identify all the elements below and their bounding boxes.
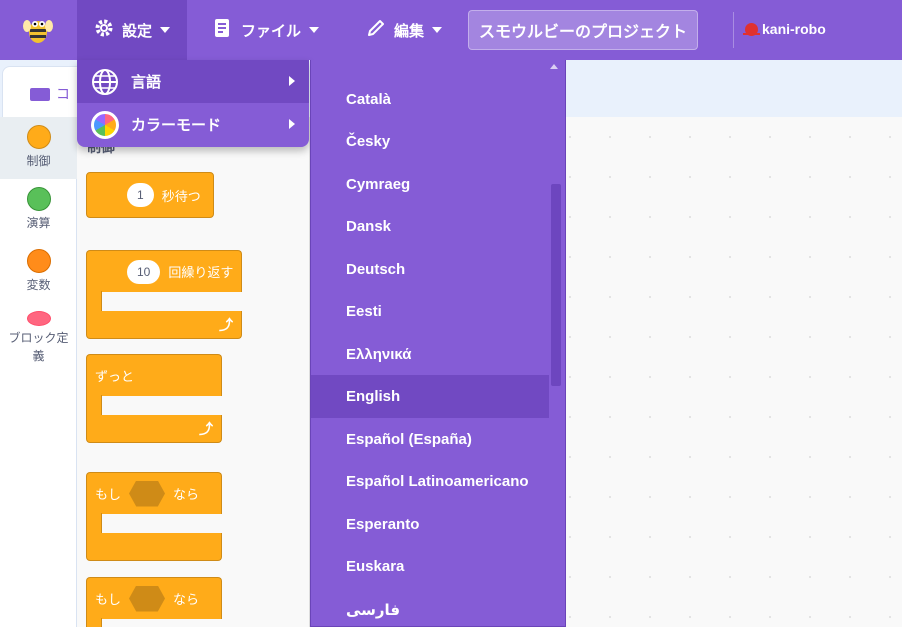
menu-divider [733, 12, 734, 48]
repeat-block-arm [86, 291, 102, 313]
language-option[interactable]: Català [311, 78, 549, 121]
forever-block-footer: ⤴ [86, 415, 222, 443]
language-option[interactable]: Deutsch [311, 248, 549, 291]
language-scrollbar[interactable] [551, 184, 561, 386]
repeat-block-label: 回繰り返す [168, 265, 234, 280]
category-label: ブロック定義 [8, 331, 69, 363]
repeat-block[interactable]: 10 回繰り返す [86, 250, 242, 292]
repeat-count-input[interactable]: 10 [127, 259, 161, 284]
category-variables[interactable]: 変数 [0, 241, 77, 303]
category-bubble-icon [26, 125, 51, 149]
pencil-icon [366, 18, 394, 42]
chevron-down-icon [160, 27, 171, 33]
gear-icon [94, 18, 122, 42]
tab-code-label: コ [56, 86, 70, 102]
if-block-label: もし [95, 487, 122, 502]
category-label: 制御 [26, 154, 51, 168]
loop-arrow-icon: ⤴ [199, 421, 213, 437]
user-avatar-icon [743, 22, 760, 36]
if-block-then-label: なら [173, 487, 200, 502]
language-option[interactable]: Cymraeg [311, 163, 549, 206]
language-option[interactable]: Ελληνικά [311, 333, 549, 376]
chevron-down-icon [309, 27, 320, 33]
if-block-arm [86, 513, 102, 535]
loop-arrow-icon: ⤴ [219, 317, 233, 333]
settings-label: 設定 [122, 22, 153, 40]
globe-icon [91, 68, 119, 96]
file-icon [213, 18, 241, 42]
category-my-blocks[interactable]: ブロック定義 [0, 303, 77, 365]
block-palette: 制御 1 秒待つ 10 回繰り返す ⤴ ずっと ⤴ もし なら もし なら [77, 117, 310, 627]
edit-label: 編集 [394, 22, 425, 40]
language-option[interactable]: Eesti [311, 290, 549, 333]
menu-bar: 設定 ファイル 編集 スモウルビーのプロジェクト kani-robo [0, 0, 902, 60]
if-block-label: もし [95, 592, 122, 607]
language-option[interactable]: Dansk [311, 205, 549, 248]
condition-slot[interactable] [129, 585, 166, 612]
chevron-right-icon [289, 76, 295, 86]
forever-block-label: ずっと [95, 369, 135, 384]
chevron-down-icon [432, 27, 443, 33]
wait-seconds-input[interactable]: 1 [127, 183, 154, 207]
forever-block-arm [86, 395, 102, 417]
code-blocks-icon [30, 87, 50, 101]
language-submenu: Català Česky Cymraeg Dansk Deutsch Eesti… [310, 60, 566, 627]
username: kani-robo [762, 21, 826, 37]
forever-block[interactable]: ずっと [86, 354, 222, 396]
settings-menu-button[interactable]: 設定 [77, 0, 187, 60]
language-option[interactable]: Esperanto [311, 503, 549, 546]
if-else-block[interactable]: もし なら [86, 577, 222, 619]
color-mode-menu-item[interactable]: カラーモード [77, 103, 309, 146]
category-control[interactable]: 制御 [0, 117, 77, 179]
language-menu-item[interactable]: 言語 [77, 60, 309, 103]
category-label: 演算 [26, 216, 51, 230]
language-option-selected[interactable]: English [311, 375, 549, 418]
language-menu-label: 言語 [131, 74, 162, 91]
project-title-input[interactable]: スモウルビーのプロジェクト [468, 10, 698, 50]
language-option[interactable]: Euskara [311, 545, 549, 588]
file-label: ファイル [241, 22, 302, 40]
edit-menu-button[interactable]: 編集 [366, 0, 443, 60]
app-logo[interactable] [22, 14, 54, 46]
file-menu-button[interactable]: ファイル [213, 0, 320, 60]
wait-block-label: 秒待つ [161, 188, 201, 204]
language-option[interactable]: Español (España) [311, 418, 549, 461]
scroll-up-arrow-icon[interactable] [550, 64, 558, 69]
color-mode-icon [91, 110, 119, 139]
category-bubble-icon [26, 187, 51, 211]
category-bubble-icon [26, 249, 51, 273]
category-operators[interactable]: 演算 [0, 179, 77, 241]
repeat-block-footer: ⤴ [86, 311, 242, 339]
language-option[interactable]: Česky [311, 120, 549, 163]
if-else-block-arm [86, 618, 102, 627]
category-label: 変数 [26, 278, 51, 292]
if-block-footer [86, 533, 222, 561]
if-block[interactable]: もし なら [86, 472, 222, 514]
color-mode-menu-label: カラーモード [131, 117, 222, 134]
category-menu: 制御 演算 変数 ブロック定義 [0, 117, 77, 627]
condition-slot[interactable] [129, 480, 166, 507]
settings-dropdown: 言語 カラーモード [77, 60, 309, 147]
language-option[interactable]: Español Latinoamericano [311, 460, 549, 503]
chevron-right-icon [289, 119, 295, 129]
wait-block[interactable]: 1 秒待つ [86, 172, 214, 218]
language-option[interactable]: فارسی [311, 588, 549, 626]
user-account[interactable]: kani-robo [743, 21, 826, 37]
category-bubble-icon [26, 311, 51, 326]
if-block-then-label: なら [173, 592, 200, 607]
